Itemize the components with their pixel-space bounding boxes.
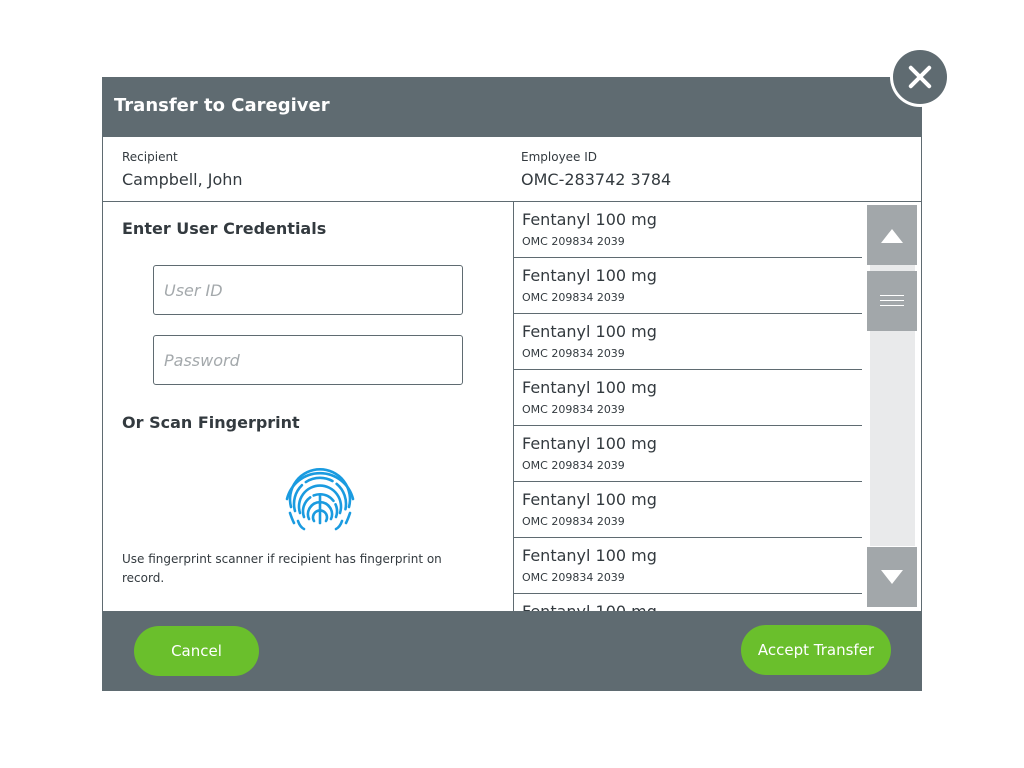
credentials-panel: Enter User Credentials Or Scan Fingerpri… <box>103 202 513 611</box>
scrollbar-thumb[interactable] <box>867 271 917 331</box>
medication-name: Fentanyl 100 mg <box>522 602 657 611</box>
employee-id-label: Employee ID <box>521 150 598 164</box>
medication-name: Fentanyl 100 mg <box>522 378 657 397</box>
fingerprint-help-text: Use fingerprint scanner if recipient has… <box>122 552 442 585</box>
recipient-name: Campbell, John <box>122 170 243 189</box>
recipient-info-row: Recipient Campbell, John Employee ID OMC… <box>103 137 921 202</box>
medication-name: Fentanyl 100 mg <box>522 434 657 453</box>
scroll-down-button[interactable] <box>867 547 917 607</box>
triangle-up-icon <box>881 229 903 243</box>
medication-code: OMC 209834 2039 <box>522 403 625 416</box>
medication-list[interactable]: Fentanyl 100 mg OMC 209834 2039 Fentanyl… <box>514 202 862 611</box>
medication-code: OMC 209834 2039 <box>522 571 625 584</box>
dialog-footer: Cancel Accept Transfer <box>103 611 921 690</box>
list-item[interactable]: Fentanyl 100 mg OMC 209834 2039 <box>514 370 862 426</box>
medication-name: Fentanyl 100 mg <box>522 546 657 565</box>
triangle-down-icon <box>881 570 903 584</box>
list-item[interactable]: Fentanyl 100 mg <box>514 594 862 611</box>
close-icon <box>893 50 947 104</box>
close-button[interactable] <box>890 47 950 107</box>
fingerprint-icon <box>285 468 355 531</box>
scroll-up-button[interactable] <box>867 205 917 265</box>
list-item[interactable]: Fentanyl 100 mg OMC 209834 2039 <box>514 258 862 314</box>
credentials-heading: Enter User Credentials <box>122 219 327 238</box>
list-item[interactable]: Fentanyl 100 mg OMC 209834 2039 <box>514 314 862 370</box>
list-item[interactable]: Fentanyl 100 mg OMC 209834 2039 <box>514 538 862 594</box>
fingerprint-heading: Or Scan Fingerprint <box>122 413 300 432</box>
password-input[interactable] <box>153 335 463 385</box>
list-item[interactable]: Fentanyl 100 mg OMC 209834 2039 <box>514 202 862 258</box>
medication-name: Fentanyl 100 mg <box>522 322 657 341</box>
medication-name: Fentanyl 100 mg <box>522 490 657 509</box>
medication-code: OMC 209834 2039 <box>522 459 625 472</box>
recipient-label: Recipient <box>122 150 178 164</box>
grip-lines-icon <box>880 295 904 310</box>
medication-name: Fentanyl 100 mg <box>522 210 657 229</box>
medication-name: Fentanyl 100 mg <box>522 266 657 285</box>
user-id-input[interactable] <box>153 265 463 315</box>
medication-code: OMC 209834 2039 <box>522 515 625 528</box>
cancel-button[interactable]: Cancel <box>134 626 259 676</box>
list-item[interactable]: Fentanyl 100 mg OMC 209834 2039 <box>514 482 862 538</box>
list-item[interactable]: Fentanyl 100 mg OMC 209834 2039 <box>514 426 862 482</box>
dialog-header: Transfer to Caregiver <box>103 78 921 137</box>
medication-code: OMC 209834 2039 <box>522 347 625 360</box>
accept-transfer-button[interactable]: Accept Transfer <box>741 625 891 675</box>
employee-id-value: OMC-283742 3784 <box>521 170 672 189</box>
medication-code: OMC 209834 2039 <box>522 291 625 304</box>
transfer-dialog: Transfer to Caregiver Recipient Campbell… <box>102 77 922 691</box>
dialog-title: Transfer to Caregiver <box>114 95 330 116</box>
medication-code: OMC 209834 2039 <box>522 235 625 248</box>
